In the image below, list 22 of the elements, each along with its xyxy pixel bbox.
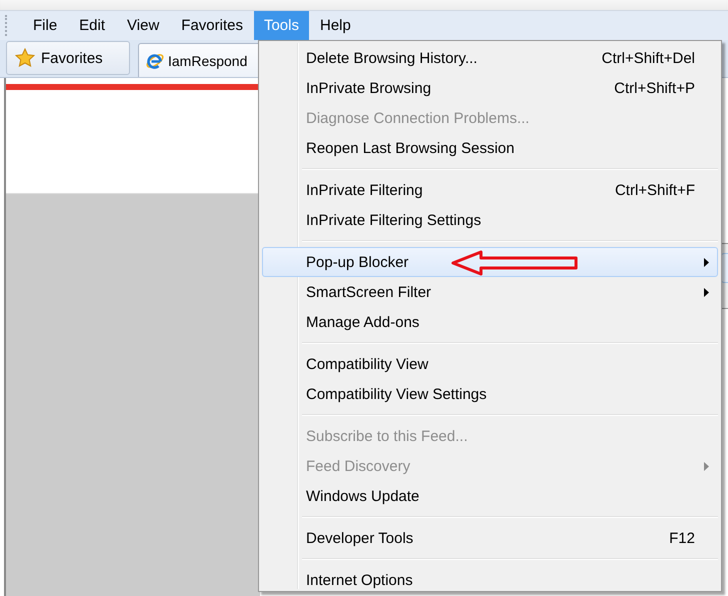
shortcut-label: Ctrl+Shift+Del [602,50,695,66]
shortcut-label: F12 [669,530,695,546]
menu-item[interactable]: Pop-up Blocker [262,247,718,277]
menu-item[interactable]: InPrivate Filtering Ctrl+Shift+F [262,175,718,205]
menu-item[interactable]: Compatibility View Settings [262,379,718,409]
menu-item[interactable]: File [22,11,68,40]
menu-item[interactable]: Internet Options [262,565,718,595]
menu-item[interactable]: Windows Update [262,481,718,511]
menu-item[interactable]: Reopen Last Browsing Session [262,133,718,163]
menu-item[interactable]: Developer Tools F12 [262,523,718,553]
menu-item[interactable]: Manage Add-ons [262,307,718,337]
menu-item[interactable]: Favorites [170,11,254,40]
shortcut-label: Ctrl+Shift+P [614,80,695,96]
menu-item[interactable]: Help [309,11,362,40]
star-icon [15,48,35,68]
menu-item[interactable]: Edit [68,11,116,40]
favorites-button[interactable]: Favorites [6,41,130,75]
shortcut-label: Ctrl+Shift+F [614,182,695,198]
menu-item[interactable]: Compatibility View [262,349,718,379]
menu-item[interactable]: InPrivate Filtering Settings [262,205,718,235]
menu-item[interactable]: SmartScreen Filter [262,277,718,307]
menu-item[interactable]: View [116,11,170,40]
